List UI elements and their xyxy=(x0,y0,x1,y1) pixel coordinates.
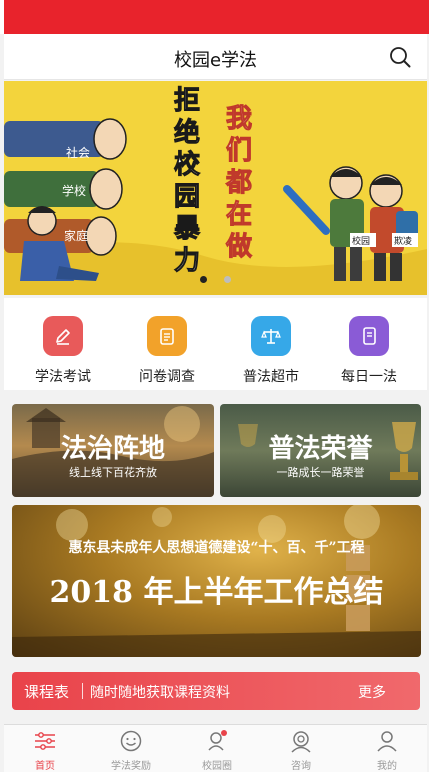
quick-link-daily[interactable]: 每日一法 xyxy=(324,316,414,386)
banner-carousel[interactable]: 社会 学校 家庭 拒 绝 校 园 暴 力 我 们 都 在 做 校园 欺凌 xyxy=(4,81,427,295)
banner-headline-char: 园 xyxy=(174,182,200,212)
banner-slogan-char: 在 xyxy=(226,200,252,230)
course-title: 课程表 xyxy=(24,683,70,701)
card-subtitle: 一路成长一路荣誉 xyxy=(276,466,365,479)
quick-link-market[interactable]: 普法超市 xyxy=(226,316,316,386)
tab-rewards[interactable]: 学法奖励 xyxy=(96,729,166,772)
carousel-dot[interactable] xyxy=(224,276,232,283)
pencil-icon xyxy=(43,316,83,356)
carousel-dot-active[interactable] xyxy=(199,276,207,283)
tab-label: 首页 xyxy=(35,761,55,772)
home-icon xyxy=(35,732,55,750)
profile-icon xyxy=(377,731,397,752)
tab-profile[interactable]: 我的 xyxy=(352,729,422,772)
banner-slogan-char: 我 xyxy=(226,104,252,134)
banner-slogan-char: 做 xyxy=(225,232,252,262)
quick-link-label: 每日一法 xyxy=(341,369,397,385)
status-bar xyxy=(0,0,429,34)
course-more-link[interactable]: 更多 xyxy=(358,682,386,702)
report-banner[interactable]: 惠东县未成年人思想道德建设“十、百、千”工程 2018 年上半年工作总结 xyxy=(12,505,421,657)
smile-icon xyxy=(120,730,142,752)
banner-fist-label: 家庭 xyxy=(64,228,88,243)
card-title: 法治阵地 xyxy=(60,434,165,464)
banner-fist-label: 学校 xyxy=(62,183,86,198)
quick-link-exam[interactable]: 学法考试 xyxy=(18,316,108,386)
quick-link-survey[interactable]: 问卷调查 xyxy=(122,316,212,386)
quick-links: 学法考试 问卷调查 普法超市 每日一法 xyxy=(4,298,427,390)
tab-label: 学法奖励 xyxy=(111,761,151,772)
report-banner-line2: 2018 年上半年工作总结 xyxy=(49,575,384,610)
quick-link-label: 普法超市 xyxy=(243,369,299,385)
bottom-tab-bar: 首页 学法奖励 校园圈 咨询 我的 xyxy=(4,724,427,772)
search-icon[interactable] xyxy=(389,46,411,68)
book-icon xyxy=(349,316,389,356)
consult-icon xyxy=(291,731,311,753)
banner-slogan-char: 们 xyxy=(226,136,252,166)
scales-icon xyxy=(251,316,291,356)
course-description: 随时随地获取课程资料 xyxy=(90,685,230,701)
banner-headline-char: 校 xyxy=(174,149,201,180)
tab-label: 校园圈 xyxy=(202,761,232,772)
header-bar: 校园e学法 xyxy=(4,34,427,80)
clipboard-icon xyxy=(147,316,187,356)
tab-home[interactable]: 首页 xyxy=(10,729,80,772)
banner-headline-char: 暴 xyxy=(174,214,200,244)
banner-slogan-char: 都 xyxy=(225,168,252,198)
quick-link-label: 问卷调查 xyxy=(139,369,195,385)
banner-bag-label: 欺凌 xyxy=(394,235,412,247)
carousel-indicator[interactable] xyxy=(4,268,427,287)
banner-bag-label: 校园 xyxy=(352,235,370,247)
banner-headline-char: 绝 xyxy=(174,117,200,148)
tab-consult[interactable]: 咨询 xyxy=(266,729,336,772)
banner-fist-label: 社会 xyxy=(66,145,90,160)
divider xyxy=(82,683,83,699)
card-subtitle: 线上线下百花齐放 xyxy=(69,466,157,479)
banner-headline-char: 拒 xyxy=(174,86,200,116)
quick-link-label: 学法考试 xyxy=(35,369,91,385)
report-banner-line1: 惠东县未成年人思想道德建设“十、百、千”工程 xyxy=(68,540,365,556)
banner-illustration: 社会 学校 家庭 拒 绝 校 园 暴 力 我 们 都 在 做 校园 欺凌 xyxy=(4,81,427,295)
circle-icon xyxy=(208,730,227,751)
tab-campus-circle[interactable]: 校园圈 xyxy=(182,729,252,772)
card-title: 普法荣誉 xyxy=(268,434,373,464)
page-title: 校园e学法 xyxy=(173,50,258,71)
tab-label: 咨询 xyxy=(291,761,311,772)
course-header: 课程表 随时随地获取课程资料 更多 xyxy=(12,672,420,710)
tab-label: 我的 xyxy=(377,761,397,772)
card-legal-base[interactable]: 法治阵地 线上线下百花齐放 xyxy=(12,404,214,497)
card-legal-honor[interactable]: 普法荣誉 一路成长一路荣誉 xyxy=(220,404,421,497)
